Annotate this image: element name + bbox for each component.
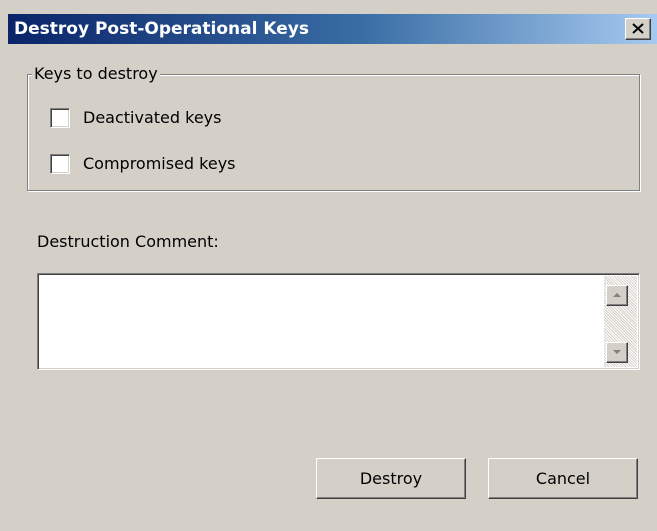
- close-icon: [632, 23, 644, 34]
- deactivated-keys-option[interactable]: Deactivated keys: [50, 107, 221, 129]
- destruction-comment-label: Destruction Comment:: [37, 232, 219, 251]
- compromised-keys-label[interactable]: Compromised keys: [83, 153, 236, 175]
- deactivated-keys-checkbox[interactable]: [50, 108, 70, 128]
- destroy-button[interactable]: Destroy: [316, 458, 466, 499]
- deactivated-keys-label[interactable]: Deactivated keys: [83, 107, 221, 129]
- window-title: Destroy Post-Operational Keys: [14, 19, 309, 39]
- destruction-comment-input[interactable]: [42, 277, 602, 363]
- close-button[interactable]: [625, 18, 651, 40]
- compromised-keys-option[interactable]: Compromised keys: [50, 153, 236, 175]
- title-bar[interactable]: Destroy Post-Operational Keys: [8, 14, 657, 44]
- arrow-down-icon: [613, 350, 621, 354]
- arrow-up-icon: [613, 293, 621, 297]
- scroll-up-button[interactable]: [606, 285, 628, 306]
- comment-scrollbar[interactable]: [604, 276, 637, 367]
- compromised-keys-checkbox[interactable]: [50, 154, 70, 174]
- cancel-button[interactable]: Cancel: [488, 458, 638, 499]
- destruction-comment-field[interactable]: [37, 273, 640, 370]
- keys-to-destroy-group: Keys to destroy Deactivated keys Comprom…: [27, 63, 640, 191]
- dialog-window: Destroy Post-Operational Keys Keys to de…: [0, 0, 657, 531]
- scroll-down-button[interactable]: [606, 342, 628, 363]
- group-legend: Keys to destroy: [32, 63, 160, 85]
